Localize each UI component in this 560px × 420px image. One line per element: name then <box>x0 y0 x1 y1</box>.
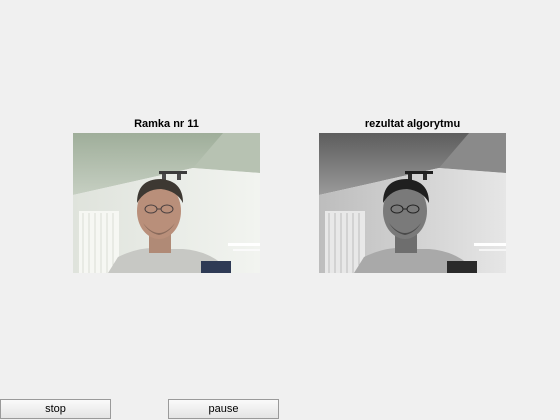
webcam-frame-original <box>73 133 260 273</box>
panel-title-original: Ramka nr 11 <box>134 118 199 130</box>
pause-button[interactable]: pause <box>168 399 279 419</box>
stop-button[interactable]: stop <box>0 399 111 419</box>
webcam-image-grayscale <box>319 133 506 273</box>
webcam-image-color <box>73 133 260 273</box>
panel-title-result: rezultat algorytmu <box>364 118 461 130</box>
webcam-frame-result <box>319 133 506 273</box>
